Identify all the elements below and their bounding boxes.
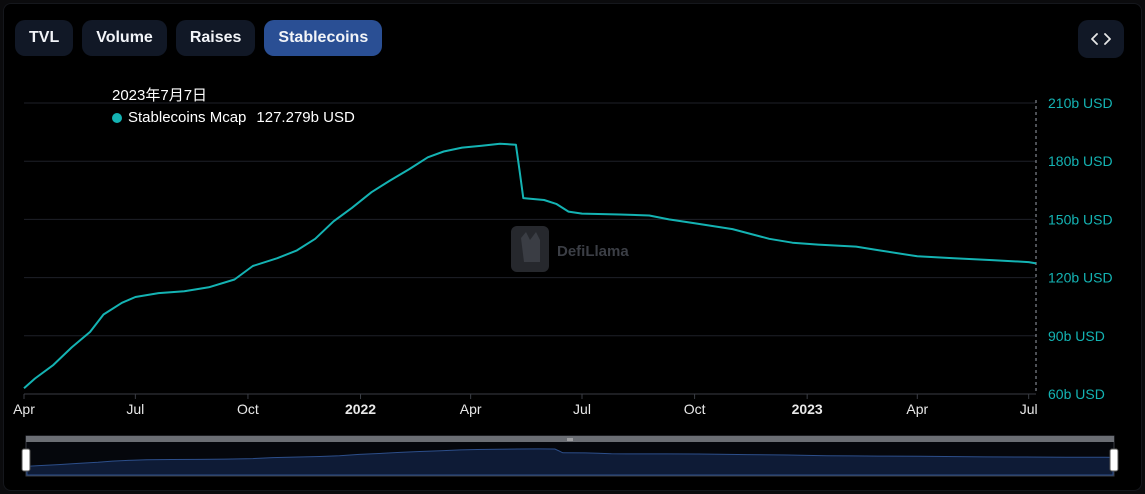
y-tick-label: 120b USD (1048, 270, 1113, 286)
x-tick-label: Jul (1020, 401, 1038, 417)
stablecoins-mcap-chart[interactable]: DefiLlama 60b USD 90b USD 120b USD 150b USD… (0, 0, 1145, 494)
slider-left-handle[interactable] (21, 448, 31, 472)
y-tick-label: 60b USD (1048, 386, 1105, 402)
x-tick-label: Oct (684, 401, 706, 417)
chart-tooltip: 2023年7月7日 Stablecoins Mcap 127.279b USD (112, 84, 355, 126)
tooltip-series-name: Stablecoins Mcap (128, 109, 247, 126)
y-tick-label: 210b USD (1048, 95, 1113, 111)
x-tick-label: Apr (906, 401, 928, 417)
data-zoom-slider[interactable] (21, 435, 1119, 477)
x-tick-label: Apr (460, 401, 482, 417)
y-axis: 60b USD 90b USD 120b USD 150b USD 180b USD 21… (1048, 95, 1113, 402)
x-tick-label: Oct (237, 401, 259, 417)
series-color-dot (112, 112, 122, 123)
x-axis: Apr Jul Oct 2022 Apr Jul Oct 2023 Apr Jul (13, 394, 1038, 417)
slider-right-handle[interactable] (1109, 448, 1119, 472)
y-tick-label: 180b USD (1048, 153, 1113, 169)
tooltip-date: 2023年7月7日 (112, 87, 208, 104)
x-tick-label: 2022 (345, 401, 376, 417)
y-tick-label: 90b USD (1048, 328, 1105, 344)
tooltip-row: Stablecoins Mcap 127.279b USD (112, 109, 355, 126)
chart-grid (24, 102, 1036, 337)
y-tick-label: 150b USD (1048, 211, 1113, 227)
x-tick-label: Jul (573, 401, 591, 417)
watermark: DefiLlama (511, 226, 629, 272)
x-tick-label: Apr (13, 401, 35, 417)
x-tick-label: Jul (126, 401, 144, 417)
tooltip-value: 127.279b USD (256, 109, 355, 126)
x-tick-label: 2023 (792, 401, 823, 417)
watermark-text: DefiLlama (557, 243, 629, 260)
